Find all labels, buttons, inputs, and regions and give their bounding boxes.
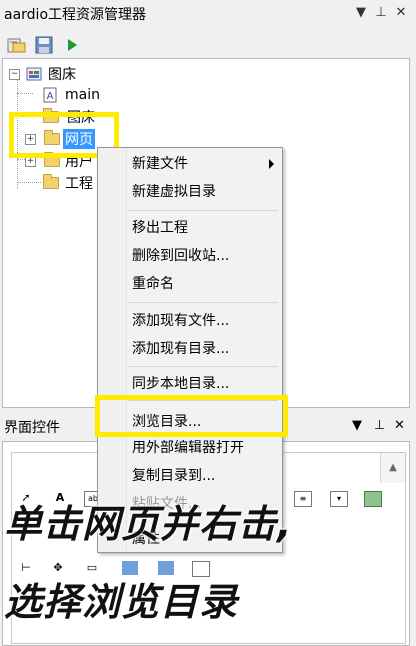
menu-item-add-existing-dir[interactable]: 添加现有目录... (132, 336, 229, 362)
tree-item-project[interactable]: 工程 (43, 172, 93, 194)
menu-separator (128, 302, 278, 303)
project-icon (26, 67, 42, 81)
explorer-title: aardio工程资源管理器 (4, 7, 147, 23)
run-icon (68, 39, 77, 51)
submenu-arrow-icon (269, 159, 274, 169)
caption-line-2: 选择浏览目录 (4, 580, 239, 624)
menu-item-new-file[interactable]: 新建文件 (132, 151, 188, 177)
dropdown-icon[interactable]: ▼ (352, 418, 362, 433)
menu-item-sync-local-dir[interactable]: 同步本地目录... (132, 371, 229, 397)
menu-separator (128, 366, 278, 367)
splitter-tool-icon[interactable]: ✥ (50, 561, 66, 575)
collapse-icon[interactable]: − (9, 68, 20, 80)
open-project-button[interactable] (6, 34, 28, 56)
menu-item-open-external-editor[interactable]: 用外部编辑器打开 (132, 435, 244, 461)
tree-connector (17, 182, 41, 183)
tree-item-label: main (65, 87, 100, 103)
menu-item-rename[interactable]: 重命名 (132, 271, 174, 297)
tree-connector (17, 93, 33, 94)
context-menu: 新建文件 新建虚拟目录 移出工程 删除到回收站... 重命名 添加现有文件...… (97, 147, 283, 553)
folder-icon (43, 174, 59, 189)
context-menu-icon-strip (98, 148, 127, 552)
tree-item-label: 工程 (65, 176, 93, 192)
tree-root-label: 图床 (48, 67, 76, 83)
run-button[interactable] (61, 34, 83, 56)
menu-separator (128, 210, 278, 211)
explorer-title-bar: aardio工程资源管理器 ▼ ⊥ ✕ (0, 0, 416, 28)
tree-root[interactable]: − 图床 (9, 63, 76, 85)
tree-item-main[interactable]: A main (43, 84, 100, 106)
caption-line-1: 单击网页并右击, (4, 502, 293, 546)
menu-item-remove-from-project[interactable]: 移出工程 (132, 215, 188, 241)
menu-item-copy-dir-to[interactable]: 复制目录到... (132, 463, 215, 489)
pin-icon[interactable]: ⊥ (372, 4, 390, 22)
menu-item-add-existing-file[interactable]: 添加现有文件... (132, 308, 229, 334)
image-tool-icon[interactable] (122, 561, 138, 575)
scroll-up-button[interactable]: ▲ (380, 453, 405, 483)
menu-item-new-virtual-dir[interactable]: 新建虚拟目录 (132, 179, 216, 205)
frame-tool-icon[interactable] (192, 561, 210, 577)
save-button[interactable] (33, 34, 55, 56)
close-icon[interactable]: ✕ (392, 4, 410, 22)
resize-tool-icon[interactable]: ⊢ (18, 561, 34, 575)
pin-icon[interactable]: ⊥ (374, 418, 385, 433)
explorer-toolbar (0, 28, 416, 60)
dropdown-icon[interactable]: ▼ (352, 4, 370, 22)
highlight-box-browse-dir (95, 395, 288, 437)
aardio-file-icon: A (43, 87, 57, 103)
svg-text:A: A (47, 91, 54, 102)
image2-tool-icon[interactable] (158, 561, 174, 575)
tooltip-tool-icon[interactable]: ▭ (84, 561, 100, 575)
close-icon[interactable]: ✕ (394, 418, 405, 433)
open-project-icon (7, 38, 26, 53)
save-icon (35, 36, 53, 54)
controls-title: 界面控件 (4, 420, 60, 436)
menu-item-delete-to-recycle[interactable]: 删除到回收站... (132, 243, 229, 269)
